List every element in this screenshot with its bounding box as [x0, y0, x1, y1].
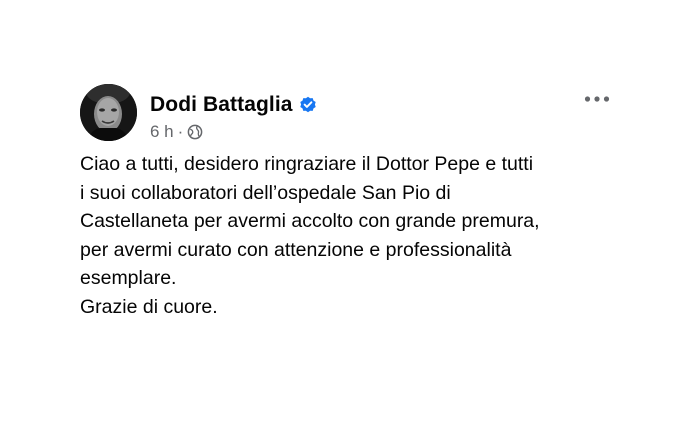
avatar[interactable]: [80, 84, 137, 141]
author-name[interactable]: Dodi Battaglia: [150, 93, 293, 117]
post-timestamp[interactable]: 6 h: [150, 122, 174, 142]
meta-separator: ·: [177, 122, 184, 141]
more-options-icon: [584, 96, 610, 102]
post-body-line: i suoi collaboratori dell’ospedale San P…: [80, 181, 451, 204]
verified-badge-icon: [299, 96, 317, 114]
avatar-photo: [80, 84, 137, 141]
globe-icon[interactable]: [187, 124, 203, 140]
post-body-line: Ciao a tutti, desidero ringraziare il Do…: [80, 153, 534, 175]
post-body: Ciao a tutti, desidero ringraziare il Do…: [80, 150, 620, 322]
author-row: Dodi Battaglia: [150, 92, 317, 118]
post-body-line: per avermi curato con attenzione e profe…: [80, 238, 512, 261]
facebook-post: Dodi Battaglia 6 h · Ciao a tutti, desid…: [0, 0, 696, 425]
more-options-button[interactable]: [583, 92, 611, 106]
post-meta: 6 h ·: [150, 122, 203, 142]
post-body-line: Grazie di cuore.: [80, 295, 218, 318]
post-body-line: esemplare.: [80, 267, 177, 290]
post-body-line: Castellaneta per avermi accolto con gran…: [80, 210, 540, 233]
